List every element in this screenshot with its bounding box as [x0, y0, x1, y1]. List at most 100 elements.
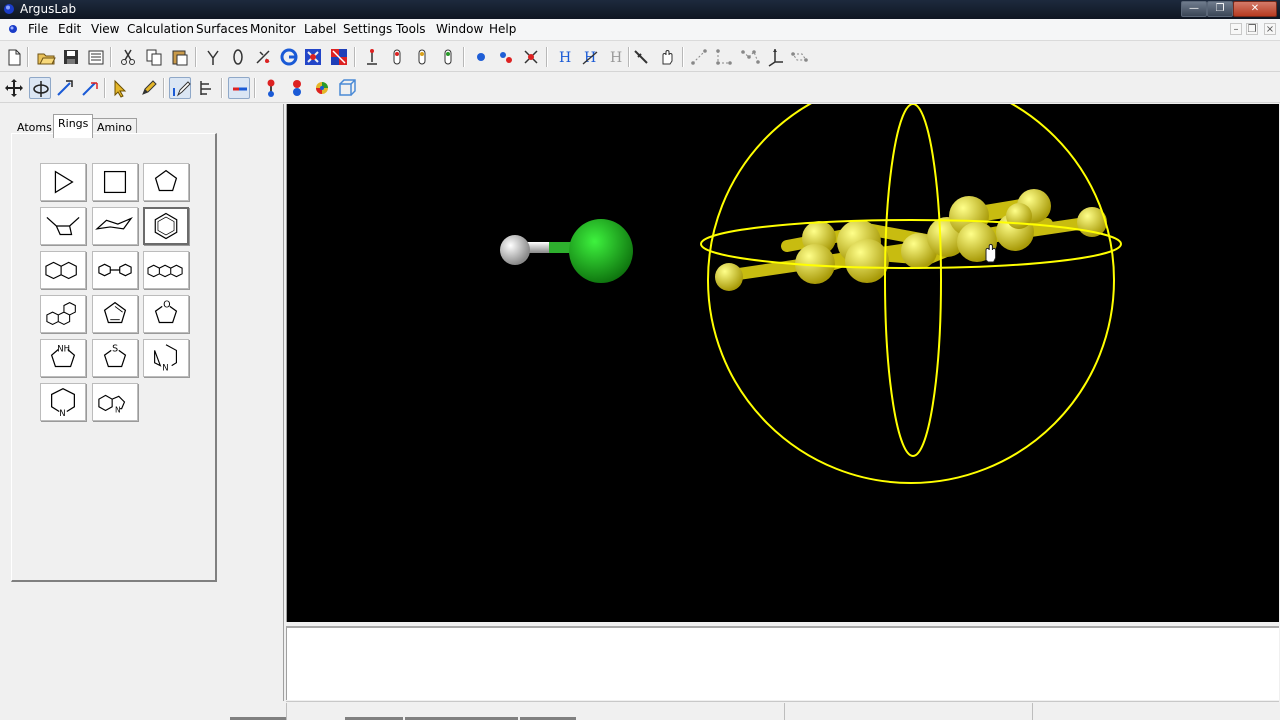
aromatic-bond-button[interactable]	[437, 46, 459, 68]
bond-icon	[233, 87, 247, 91]
checkerboard-button[interactable]	[328, 46, 350, 68]
menu-bar: File Edit View Calculation Surfaces Moni…	[0, 19, 1280, 41]
menu-view[interactable]: View	[91, 22, 119, 36]
tab-rings[interactable]: Rings	[53, 114, 94, 138]
rotate-z-button[interactable]	[54, 77, 76, 99]
menu-calculation[interactable]: Calculation	[127, 22, 194, 36]
save-button[interactable]	[60, 46, 82, 68]
mdi-close-button[interactable]: ×	[1264, 23, 1276, 35]
pencil-icon	[142, 80, 157, 95]
status-cell-3	[1032, 703, 1279, 720]
atom-button[interactable]	[470, 46, 492, 68]
mdi-restore-button[interactable]: ❐	[1246, 23, 1258, 35]
selected-molecule[interactable]	[700, 104, 1122, 484]
menu-surfaces[interactable]: Surfaces	[196, 22, 248, 36]
triple-bond-button[interactable]	[411, 46, 433, 68]
ring-cyclopentane[interactable]	[143, 163, 189, 201]
paste-button[interactable]	[169, 46, 191, 68]
scene-canvas[interactable]	[287, 104, 1280, 622]
restore-icon: ❐	[1247, 24, 1257, 35]
document-icon[interactable]	[8, 24, 18, 34]
ring-palette: O NH S N N N	[11, 133, 217, 582]
toolbar-separator	[110, 47, 112, 67]
output-pane[interactable]	[286, 626, 1279, 700]
cpk-button[interactable]	[286, 77, 308, 99]
close-button[interactable]: ✕	[1233, 1, 1277, 17]
double-bond-button[interactable]	[386, 46, 408, 68]
ring-anthracene[interactable]	[143, 251, 189, 289]
ring-benzene[interactable]	[143, 207, 189, 245]
ring-pyridine[interactable]: N	[40, 383, 86, 421]
ring-pyrimidine[interactable]: N	[143, 339, 189, 377]
menu-help[interactable]: Help	[489, 22, 516, 36]
ball-stick-button[interactable]	[260, 77, 282, 99]
select-icon	[114, 79, 127, 98]
molecule-viewport[interactable]	[286, 104, 1279, 622]
hexagon-icon	[154, 212, 178, 240]
add-hydrogen-button[interactable]: H	[579, 46, 601, 68]
ring-button[interactable]	[227, 46, 249, 68]
hydrogen-atom[interactable]	[500, 235, 530, 265]
print-button[interactable]	[85, 46, 107, 68]
menu-tools[interactable]: Tools	[396, 22, 426, 36]
toolbar-separator	[546, 47, 548, 67]
ring-pyrrole[interactable]: NH	[40, 339, 86, 377]
ring-phenanthrene[interactable]	[40, 295, 86, 333]
rotate-bond-button[interactable]	[789, 46, 811, 68]
ring-biphenyl[interactable]	[92, 251, 138, 289]
menu-file[interactable]: File	[28, 22, 48, 36]
chlorine-atom[interactable]	[569, 219, 633, 283]
restore-button[interactable]: ❐	[1207, 1, 1233, 17]
color-sphere-button[interactable]	[311, 77, 333, 99]
distance-button[interactable]	[688, 46, 710, 68]
single-bond-button[interactable]	[361, 46, 383, 68]
rotate-button[interactable]	[29, 77, 51, 99]
menu-window[interactable]: Window	[436, 22, 483, 36]
remove-hydrogen-button[interactable]: H	[604, 46, 626, 68]
select-button[interactable]	[110, 77, 132, 99]
angle-button[interactable]	[713, 46, 735, 68]
fragment-icon	[200, 81, 211, 95]
hcl-molecule[interactable]	[500, 219, 633, 283]
hand-button[interactable]	[656, 46, 678, 68]
hydrogen-button[interactable]: H	[553, 46, 575, 68]
dihedral-button[interactable]	[739, 46, 761, 68]
zoom-button[interactable]	[79, 77, 101, 99]
ring-furan[interactable]: O	[143, 295, 189, 333]
copy-button[interactable]	[143, 46, 165, 68]
box-button[interactable]	[336, 77, 358, 99]
branch-button[interactable]	[202, 46, 224, 68]
menu-monitor[interactable]: Monitor	[250, 22, 296, 36]
delete-button[interactable]	[520, 46, 542, 68]
measure-button[interactable]	[630, 46, 652, 68]
mdi-minimize-button[interactable]: –	[1230, 23, 1242, 35]
toolbar-separator	[221, 78, 223, 98]
ring-thiophene[interactable]: S	[92, 339, 138, 377]
menu-settings[interactable]: Settings	[343, 22, 392, 36]
ring-cyclobutane[interactable]	[92, 163, 138, 201]
ring-cyclopentadiene[interactable]	[92, 295, 138, 333]
bond-button[interactable]	[228, 77, 250, 99]
ring-cyclohexane-boat[interactable]	[40, 207, 86, 245]
ring-cyclohexane-chair[interactable]	[92, 207, 138, 245]
minimize-button[interactable]: —	[1181, 1, 1207, 17]
ring-cyclopropane[interactable]	[40, 163, 86, 201]
copy-icon	[146, 49, 162, 66]
add-bond-button[interactable]	[252, 46, 274, 68]
molecule-button[interactable]	[495, 46, 517, 68]
open-button[interactable]	[35, 46, 57, 68]
distance-icon	[691, 49, 707, 65]
builder-button[interactable]	[278, 46, 300, 68]
stick-pencil-button[interactable]	[169, 77, 191, 99]
cut-button[interactable]	[117, 46, 139, 68]
new-button[interactable]	[3, 46, 25, 68]
pencil-button[interactable]	[138, 77, 160, 99]
menu-label[interactable]: Label	[304, 22, 336, 36]
menu-edit[interactable]: Edit	[58, 22, 81, 36]
ring-indole[interactable]: N	[92, 383, 138, 421]
translate-button[interactable]	[3, 77, 25, 99]
ring-naphthalene[interactable]	[40, 251, 86, 289]
axes-button[interactable]	[764, 46, 786, 68]
fragment-button[interactable]	[195, 77, 217, 99]
geometry-button[interactable]	[302, 46, 324, 68]
